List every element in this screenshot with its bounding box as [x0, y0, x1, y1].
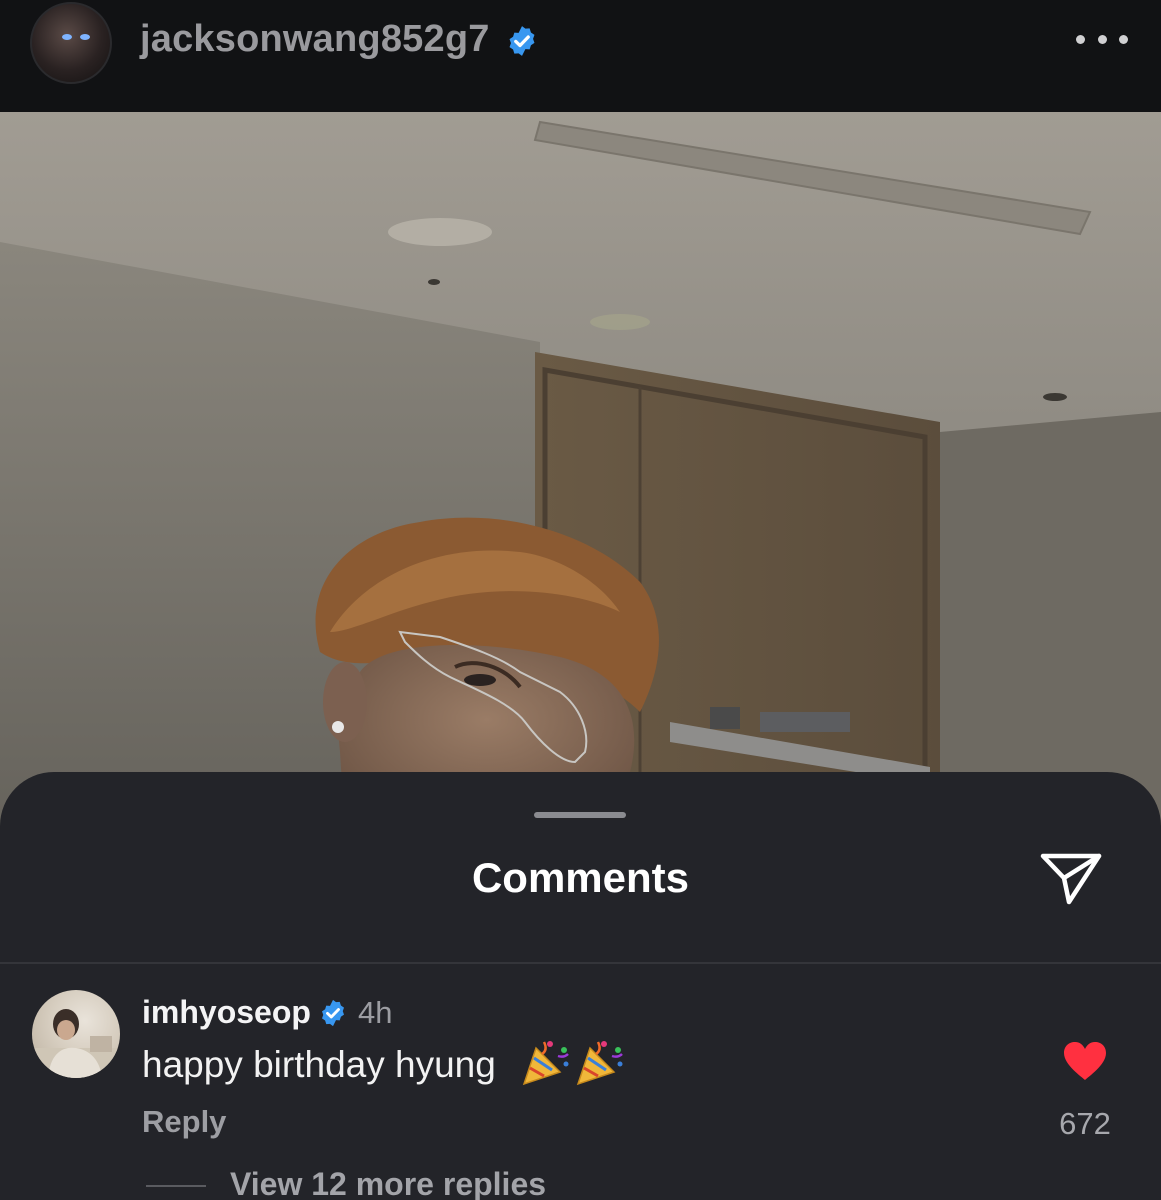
author-username[interactable]: jacksonwang852g7: [140, 18, 490, 61]
commenter-username[interactable]: imhyoseop: [142, 994, 311, 1031]
sheet-grabber[interactable]: [534, 812, 626, 818]
replies-divider-line: [146, 1185, 206, 1187]
photo-illustration: [0, 112, 1161, 832]
view-replies-button[interactable]: View 12 more replies: [230, 1166, 546, 1200]
verified-badge-icon: [318, 998, 348, 1028]
party-popper-icon: [520, 1036, 572, 1093]
comment-timestamp: 4h: [358, 995, 393, 1030]
comments-title: Comments: [471, 854, 690, 901]
post-header: jacksonwang852g7: [0, 0, 1161, 112]
party-popper-icon: [574, 1036, 626, 1093]
like-count: 672: [1059, 1106, 1111, 1141]
comments-sheet: Comments imhyoseop 4h happy birthday hyu: [0, 772, 1161, 1200]
verified-badge-icon: [505, 24, 539, 58]
more-options-icon[interactable]: [1076, 28, 1128, 50]
sheet-divider: [0, 962, 1161, 964]
commenter-avatar[interactable]: [32, 990, 120, 1078]
heart-icon[interactable]: [1062, 1040, 1108, 1082]
post-photo[interactable]: [0, 112, 1161, 832]
author-avatar[interactable]: [30, 2, 112, 84]
reply-button[interactable]: Reply: [142, 1104, 226, 1140]
share-icon[interactable]: [1038, 848, 1104, 908]
comment-text: happy birthday hyung: [142, 1044, 496, 1085]
